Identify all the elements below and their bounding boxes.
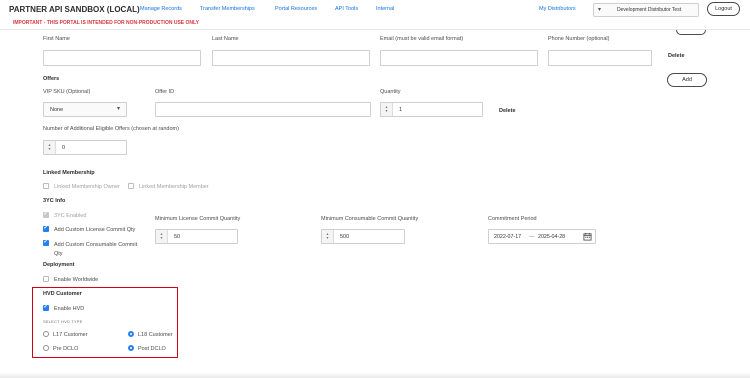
stepper-arrows-icon[interactable]: ▲ ▼ [322,230,334,243]
email-label: Email (must be valid email format) [380,36,464,42]
nav-manage-records[interactable]: Manage Records [140,6,182,12]
linked-member-label: Linked Membership Member [139,184,209,190]
offer-id-label: Offer ID [155,89,175,95]
offers-heading: Offers [43,76,60,82]
deployment-heading: Deployment [43,262,75,268]
quantity-value: 1 [399,107,403,113]
app-title: PARTNER API SANDBOX (LOCAL) [9,5,140,14]
quantity-label: Quantity [380,89,401,95]
min-license-value: 50 [174,234,181,240]
logout-button[interactable]: Logout [707,2,740,16]
add-contact-button-edge[interactable] [676,30,706,35]
post-dclo-radio[interactable] [128,345,134,351]
period-separator: — [529,234,535,240]
pre-dclo-label: Pre DCLO [53,346,79,352]
phone-label: Phone Number (optional) [548,36,610,42]
period-start[interactable]: 2022-07-17 [494,234,521,240]
last-name-label: Last Name [212,36,239,42]
additional-offers-value: 0 [62,145,66,151]
enable-hvd-checkbox[interactable] [43,304,49,311]
min-license-stepper[interactable]: ▲ ▼ 50 [155,229,238,244]
vip-sku-label: VIP SKU (Optional) [43,89,91,95]
vip-sku-value: None [50,107,64,113]
nav-transfer-memberships[interactable]: Transfer Memberships [200,6,255,12]
first-name-label: First Name [43,36,70,42]
commitment-period-label: Commitment Period [488,216,537,222]
enable-worldwide-checkbox[interactable] [43,276,49,282]
page-footer-shadow [0,372,750,378]
l17-customer-label: L17 Customer [53,332,88,338]
my-distributors-link[interactable]: My Distributors [539,6,576,12]
commitment-period-range[interactable]: 2022-07-17 — 2025-04-28 [488,229,596,244]
calendar-icon[interactable] [583,232,592,243]
stepper-arrows-icon[interactable]: ▲ ▼ [381,103,393,116]
period-end[interactable]: 2025-04-28 [538,234,565,240]
three-yc-enabled-checkbox[interactable] [43,211,49,218]
pre-dclo-radio[interactable] [43,345,49,351]
post-dclo-label: Post DCLO [138,346,166,352]
min-license-label: Minimum License Commit Quantity [155,216,241,222]
additional-offers-label: Number of Additional Eligible Offers (ch… [43,126,179,132]
nav-api-tools[interactable]: API Tools [335,6,358,12]
email-input[interactable] [380,50,538,66]
contact-delete-link[interactable]: Delete [668,53,685,59]
linked-membership-heading: Linked Membership [43,170,95,176]
offer-delete-link[interactable]: Delete [499,108,516,114]
first-name-input[interactable] [43,50,201,66]
select-hvd-type-label: SELECT HVD TYPE [43,319,83,324]
additional-offers-stepper[interactable]: ▲ ▼ 0 [43,140,127,155]
quantity-stepper[interactable]: ▲ ▼ 1 [380,102,483,117]
three-yc-enabled-label: 3YC Enabled [54,213,87,219]
distributor-select[interactable]: ▾ Development Distributor Test [593,3,699,17]
min-consumable-label: Minimum Consumable Commit Quantity [321,216,419,222]
enable-hvd-label: Enable HVD [54,306,85,312]
phone-input[interactable] [548,50,652,66]
license-commit-checkbox[interactable] [43,225,49,232]
linked-owner-checkbox[interactable] [43,183,49,189]
min-consumable-stepper[interactable]: ▲ ▼ 500 [321,229,405,244]
stepper-arrows-icon[interactable]: ▲ ▼ [156,230,168,243]
consumable-commit-checkbox[interactable] [43,239,49,246]
consumable-commit-label: Add Custom Consumable Commit Qty [54,242,138,257]
l17-customer-radio[interactable] [43,331,49,337]
app-header: PARTNER API SANDBOX (LOCAL) IMPORTANT - … [0,0,750,30]
license-commit-label: Add Custom License Commit Qty [54,227,136,233]
l18-customer-radio[interactable] [128,331,134,337]
chevron-down-icon: ▾ [117,106,121,112]
three-yc-heading: 3YC Info [43,198,66,204]
linked-member-checkbox[interactable] [128,183,134,189]
vip-sku-select[interactable]: None ▾ [43,102,127,117]
nav-internal[interactable]: Internal [376,6,394,12]
offer-id-input[interactable] [155,102,371,117]
chevron-down-icon: ▾ [598,7,602,13]
enable-worldwide-label: Enable Worldwide [54,277,99,283]
distributor-select-value: Development Distributor Test [617,7,682,13]
add-offer-button[interactable]: Add [667,73,707,87]
nav-portal-resources[interactable]: Portal Resources [275,6,317,12]
linked-owner-label: Linked Membership Owner [54,184,120,190]
stepper-arrows-icon[interactable]: ▲ ▼ [44,141,56,154]
non-production-warning: IMPORTANT - THIS PORTAL IS INTENDED FOR … [13,20,199,26]
l18-customer-label: L18 Customer [138,332,173,338]
min-consumable-value: 500 [340,234,350,240]
hvd-heading: HVD Customer [43,291,82,297]
last-name-input[interactable] [212,50,370,66]
